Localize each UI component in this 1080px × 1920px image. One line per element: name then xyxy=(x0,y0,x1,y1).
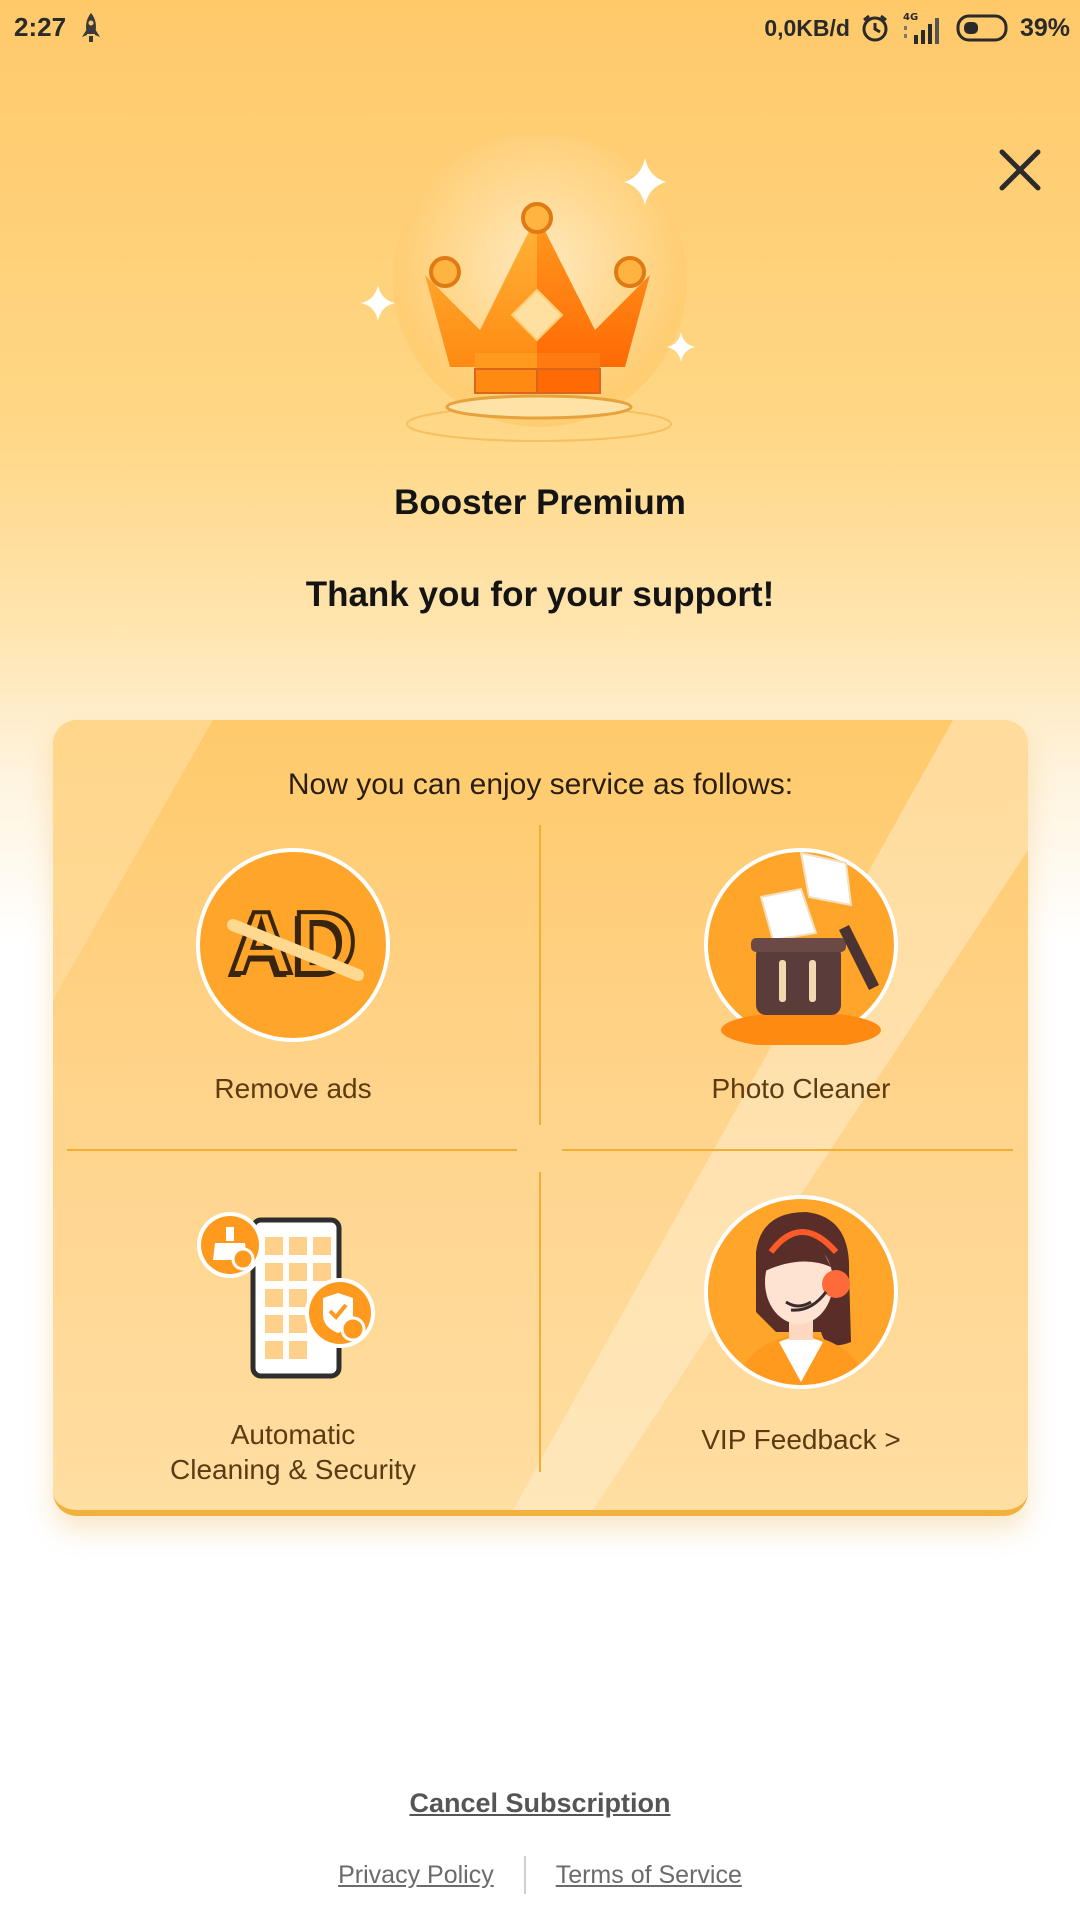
divider-vertical-bottom xyxy=(539,1172,541,1472)
battery-icon xyxy=(956,14,1008,42)
alarm-icon xyxy=(862,14,888,42)
page-title: Booster Premium xyxy=(394,483,686,522)
close-icon[interactable] xyxy=(990,140,1050,200)
feature-vip-feedback[interactable]: VIP Feedback > xyxy=(561,1192,1028,1457)
battery-percent: 39% xyxy=(1019,13,1070,42)
premium-features-card: Now you can enjoy service as follows: AD… xyxy=(53,720,1028,1516)
thank-you-message: Thank you for your support! xyxy=(305,575,775,614)
ad-text: AD xyxy=(229,893,356,992)
cancel-subscription-row: Cancel Subscription xyxy=(0,1788,1080,1819)
photo-cleaner-icon xyxy=(704,848,898,1045)
auto-clean-security-icon xyxy=(197,1212,375,1379)
vip-support-agent-icon xyxy=(704,1195,898,1389)
divider-horizontal-right xyxy=(562,1149,1013,1151)
privacy-policy-link[interactable]: Privacy Policy xyxy=(338,1861,494,1890)
signal-icon: 4G xyxy=(903,12,939,44)
card-heading: Now you can enjoy service as follows: xyxy=(287,768,794,801)
status-right-group: 0,0KB/d 4G 39% xyxy=(764,10,1070,46)
cancel-subscription-link[interactable]: Cancel Subscription xyxy=(409,1788,670,1818)
feature-label: Photo Cleaner xyxy=(711,1073,891,1104)
rocket-icon xyxy=(82,13,100,42)
feature-label: Remove ads xyxy=(214,1073,372,1104)
crown-illustration xyxy=(361,135,695,442)
feature-auto-cleaning-security[interactable]: Automatic Cleaning & Security xyxy=(53,1205,533,1487)
legal-links: Privacy Policy Terms of Service xyxy=(0,1856,1080,1894)
feature-photo-cleaner[interactable]: Photo Cleaner xyxy=(561,845,1028,1106)
legal-divider xyxy=(523,1856,526,1894)
feature-remove-ads[interactable]: AD AD Remove ads xyxy=(53,845,533,1106)
feature-label-line2: Cleaning & Security xyxy=(170,1454,416,1485)
terms-of-service-link[interactable]: Terms of Service xyxy=(556,1861,742,1890)
divider-horizontal-left xyxy=(67,1149,517,1151)
network-type: 4G xyxy=(903,12,918,23)
status-bar: 2:27 0,0KB/d 4G 39% xyxy=(0,0,1080,58)
feature-label: VIP Feedback > xyxy=(701,1424,901,1455)
network-speed: 0,0KB/d xyxy=(764,14,850,41)
ad-block-icon: AD AD xyxy=(196,848,390,1042)
divider-vertical-top xyxy=(539,825,541,1125)
status-time: 2:27 xyxy=(14,12,67,42)
feature-label-line1: Automatic xyxy=(230,1419,356,1450)
